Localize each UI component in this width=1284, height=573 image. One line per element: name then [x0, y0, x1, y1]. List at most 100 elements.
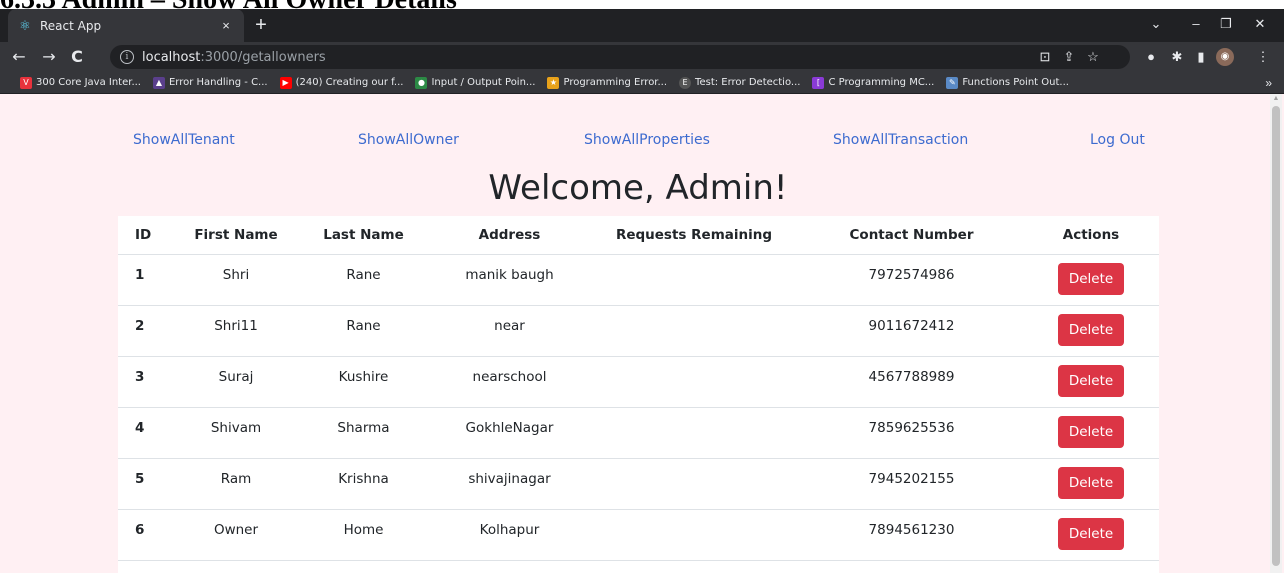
cell-requests-remaining: [588, 305, 800, 357]
delete-button[interactable]: Delete: [1057, 466, 1125, 499]
browser-window: ⚛ React App × + ⌄ – ❐ ✕ ← → C i localhos…: [0, 9, 1284, 573]
back-button[interactable]: ←: [8, 46, 30, 68]
cell-id: 6: [118, 509, 176, 561]
side-panel-icon[interactable]: ▮: [1192, 48, 1210, 66]
react-icon: ⚛: [19, 17, 31, 33]
table-row: 2 Shri11 Rane near 9011672412 Delete: [118, 305, 1159, 357]
cell-first-name: Owner: [176, 509, 296, 561]
cell-first-name: Suraj: [176, 356, 296, 408]
table-row: 5 Ram Krishna shivajinagar 7945202155 Delete: [118, 458, 1159, 510]
tab-close-icon[interactable]: ×: [218, 18, 234, 33]
nav-show-all-owner[interactable]: ShowAllOwner: [358, 132, 459, 148]
menu-kebab-icon[interactable]: ⋮: [1254, 48, 1272, 66]
page-viewport: ShowAllTenant ShowAllOwner ShowAllProper…: [0, 94, 1284, 573]
cell-address: nearschool: [431, 356, 588, 408]
cell-contact-number: 9011672412: [800, 305, 1023, 357]
extension-g-icon[interactable]: ●: [1142, 48, 1160, 66]
cell-last-name: Krishna: [296, 458, 431, 510]
cell-actions: Delete: [1023, 254, 1159, 306]
cell-address: manik baugh: [431, 254, 588, 306]
cell-address: near: [431, 305, 588, 357]
youtube-icon: ▶: [279, 76, 292, 89]
bookmark-item[interactable]: V 300 Core Java Inter...: [20, 76, 141, 89]
tab-title: React App: [40, 18, 102, 33]
bookmark-item[interactable]: E Test: Error Detectio...: [679, 76, 800, 89]
nav-show-all-properties[interactable]: ShowAllProperties: [584, 132, 710, 148]
cell-actions: Delete: [1023, 458, 1159, 510]
cell-contact-number: 7972574986: [800, 254, 1023, 306]
cell-last-name: Sharma: [296, 407, 431, 459]
bookmark-item[interactable]: [C Programming MC...: [812, 76, 934, 89]
cell-id: 3: [118, 356, 176, 408]
bookmark-star-icon[interactable]: ☆: [1084, 48, 1102, 66]
table-row: 4 Shivam Sharma GokhleNagar 7859625536 Delete: [118, 407, 1159, 459]
cell-requests-remaining: [588, 509, 800, 561]
bookmarks-bar: V 300 Core Java Inter... ▲ Error Handling …: [0, 72, 1284, 94]
cell-last-name: Rane: [296, 254, 431, 306]
vertical-scrollbar[interactable]: ▲: [1270, 94, 1282, 573]
nav-show-all-transaction[interactable]: ShowAllTransaction: [833, 132, 968, 148]
share-icon[interactable]: ⇪: [1060, 48, 1078, 66]
cell-contact-number: 7945202155: [800, 458, 1023, 510]
delete-button[interactable]: Delete: [1057, 262, 1125, 295]
scrollbar-thumb[interactable]: [1272, 106, 1280, 566]
hat-icon: ▲: [152, 76, 165, 89]
tool-icon: ✎: [946, 76, 959, 89]
forward-button[interactable]: →: [38, 46, 60, 68]
admin-nav: ShowAllTenant ShowAllOwner ShowAllProper…: [0, 132, 1270, 152]
nav-log-out[interactable]: Log Out: [1090, 132, 1145, 148]
new-tab-button[interactable]: +: [250, 14, 272, 36]
address-bar[interactable]: i localhost :3000/getallowners: [110, 45, 1130, 69]
cell-contact-number: 4567788989: [800, 356, 1023, 408]
delete-button[interactable]: Delete: [1057, 364, 1125, 397]
cell-actions: Delete: [1023, 305, 1159, 357]
bracket-icon: [: [812, 76, 825, 89]
cell-first-name: Shri: [176, 254, 296, 306]
cell-actions: Delete: [1023, 407, 1159, 459]
address-toolbar: ← → C i localhost :3000/getallowners ⊡ ⇪…: [0, 42, 1284, 72]
tab-strip: ⚛ React App × + ⌄ – ❐ ✕: [0, 9, 1284, 42]
cell-actions: Delete: [1023, 509, 1159, 561]
cell-first-name: Shri11: [176, 305, 296, 357]
extensions-puzzle-icon[interactable]: ✱: [1168, 48, 1186, 66]
column-header-actions: Actions: [1023, 216, 1159, 255]
url-path: :3000/getallowners: [200, 49, 326, 65]
er-icon: E: [679, 76, 692, 89]
cell-requests-remaining: [588, 356, 800, 408]
tab-react-app[interactable]: ⚛ React App ×: [8, 9, 244, 42]
column-header-last-name: Last Name: [296, 216, 431, 255]
cell-id: 4: [118, 407, 176, 459]
owners-table: ID First Name Last Name Address Requests…: [118, 216, 1159, 561]
nav-show-all-tenant[interactable]: ShowAllTenant: [133, 132, 235, 148]
cell-contact-number: 7859625536: [800, 407, 1023, 459]
install-icon[interactable]: ⊡: [1036, 48, 1054, 66]
v-icon: V: [20, 76, 32, 89]
cell-id: 2: [118, 305, 176, 357]
bookmark-item[interactable]: ▶ (240) Creating our f...: [279, 76, 403, 89]
cell-contact-number: 7894561230: [800, 509, 1023, 561]
page-title: Welcome, Admin!: [488, 168, 788, 208]
column-header-contact-number: Contact Number: [800, 216, 1023, 255]
cell-address: Kolhapur: [431, 509, 588, 561]
url-host: localhost: [142, 49, 201, 65]
close-window-button[interactable]: ✕: [1240, 9, 1280, 42]
bookmark-item[interactable]: ✎ Functions Point Out...: [946, 76, 1069, 89]
reload-button[interactable]: C: [66, 46, 88, 68]
delete-button[interactable]: Delete: [1057, 313, 1125, 346]
cell-last-name: Home: [296, 509, 431, 561]
cell-requests-remaining: [588, 458, 800, 510]
scroll-up-arrow-icon[interactable]: ▲: [1272, 94, 1280, 104]
bookmark-item[interactable]: ▲ Error Handling - C...: [152, 76, 268, 89]
delete-button[interactable]: Delete: [1057, 415, 1125, 448]
table-header-row: ID First Name Last Name Address Requests…: [118, 216, 1159, 255]
cell-requests-remaining: [588, 254, 800, 306]
bookmarks-overflow-icon[interactable]: »: [1265, 76, 1272, 90]
bookmark-item[interactable]: ● Input / Output Poin...: [415, 76, 535, 89]
profile-avatar[interactable]: ◉: [1216, 48, 1234, 66]
delete-button[interactable]: Delete: [1057, 517, 1125, 550]
bookmark-item[interactable]: ★ Programming Error...: [547, 76, 667, 89]
owners-table-wrapper: ID First Name Last Name Address Requests…: [118, 216, 1159, 573]
tab-search-icon[interactable]: ⌄: [1136, 9, 1176, 42]
cell-last-name: Rane: [296, 305, 431, 357]
site-info-icon[interactable]: i: [120, 50, 134, 64]
